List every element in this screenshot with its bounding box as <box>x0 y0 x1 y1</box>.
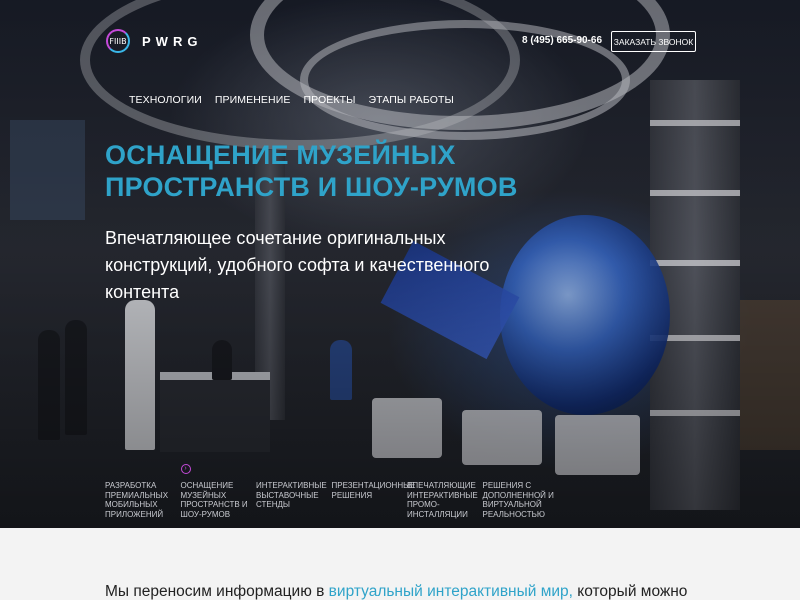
intro-text: Мы переносим информацию в виртуальный ин… <box>105 583 687 600</box>
intro-text-after: который можно <box>572 583 688 600</box>
main-nav: ТЕХНОЛОГИИ ПРИМЕНЕНИЕ ПРОЕКТЫ ЭТАПЫ РАБО… <box>129 94 454 106</box>
nav-item-projects[interactable]: ПРОЕКТЫ <box>303 94 355 106</box>
hero-headline: ОСНАЩЕНИЕ МУЗЕЙНЫХ ПРОСТРАНСТВ И ШОУ-РУМ… <box>105 140 518 202</box>
service-exhibition-stands[interactable]: ИНТЕРАКТИВНЫЕ ВЫСТАВОЧНЫЕ СТЕНДЫ <box>256 464 332 519</box>
service-label: РАЗРАБОТКА ПРЕМИАЛЬНЫХ МОБИЛЬНЫХ ПРИЛОЖЕ… <box>105 481 169 519</box>
logo-text: PWRG <box>142 33 203 49</box>
nav-item-work-stages[interactable]: ЭТАПЫ РАБОТЫ <box>368 94 453 106</box>
nav-item-technologies[interactable]: ТЕХНОЛОГИИ <box>129 94 202 106</box>
service-label: РЕШЕНИЯ С ДОПОЛНЕННОЙ И ВИРТУАЛЬНОЙ РЕАЛ… <box>482 481 554 519</box>
service-presentation[interactable]: ПРЕЗЕНТАЦИОННЫЕ РЕШЕНИЯ <box>332 464 416 519</box>
service-label: ОСНАЩЕНИЕ МУЗЕЙНЫХ ПРОСТРАНСТВ И ШОУ-РУМ… <box>180 481 248 519</box>
order-callback-button[interactable]: ЗАКАЗАТЬ ЗВОНОК <box>611 31 696 52</box>
hero-subheadline: Впечатляющее сочетание оригинальных конс… <box>105 228 490 302</box>
intro-highlight-link[interactable]: виртуальный интерактивный мир, <box>329 583 573 600</box>
arrow-right-circle-icon: › <box>180 464 191 474</box>
logo-mark-icon: FIIIB <box>106 29 130 53</box>
service-label: ВПЕЧАТЛЯЮЩИЕ ИНТЕРАКТИВНЫЕ ПРОМО-ИНСТАЛЛ… <box>407 481 478 519</box>
phone-number[interactable]: 8 (495) 665-90-66 <box>522 35 602 46</box>
hero-section: FIIIB PWRG 8 (495) 665-90-66 ЗАКАЗАТЬ ЗВ… <box>0 0 800 528</box>
service-label: ПРЕЗЕНТАЦИОННЫЕ РЕШЕНИЯ <box>331 481 416 500</box>
intro-text-before: Мы переносим информацию в <box>105 583 329 600</box>
nav-item-applications[interactable]: ПРИМЕНЕНИЕ <box>215 94 291 106</box>
services-list: РАЗРАБОТКА ПРЕМИАЛЬНЫХ МОБИЛЬНЫХ ПРИЛОЖЕ… <box>105 464 558 519</box>
service-promo-installations[interactable]: ВПЕЧАТЛЯЮЩИЕ ИНТЕРАКТИВНЫЕ ПРОМО-ИНСТАЛЛ… <box>407 464 483 519</box>
service-ar-vr[interactable]: РЕШЕНИЯ С ДОПОЛНЕННОЙ И ВИРТУАЛЬНОЙ РЕАЛ… <box>483 464 559 519</box>
logo[interactable]: FIIIB PWRG <box>106 29 202 53</box>
service-mobile-apps[interactable]: РАЗРАБОТКА ПРЕМИАЛЬНЫХ МОБИЛЬНЫХ ПРИЛОЖЕ… <box>105 464 181 519</box>
service-museum-showrooms[interactable]: › ОСНАЩЕНИЕ МУЗЕЙНЫХ ПРОСТРАНСТВ И ШОУ-Р… <box>180 464 257 519</box>
service-label: ИНТЕРАКТИВНЫЕ ВЫСТАВОЧНЫЕ СТЕНДЫ <box>256 481 327 509</box>
